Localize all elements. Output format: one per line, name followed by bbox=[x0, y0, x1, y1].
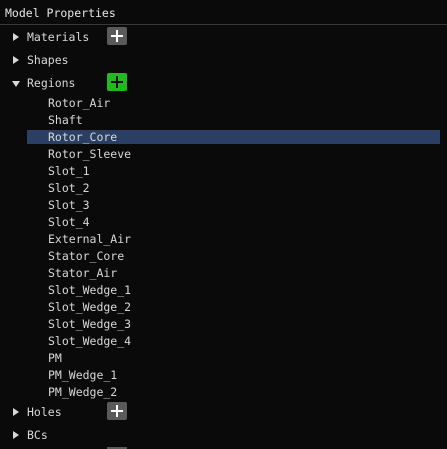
tree-node-holes[interactable]: Holes bbox=[0, 402, 447, 422]
region-item-label: PM bbox=[48, 351, 62, 365]
expand-arrow-icon[interactable] bbox=[13, 56, 19, 64]
region-item[interactable]: Shaft bbox=[27, 113, 440, 127]
region-item-label: Slot_2 bbox=[48, 181, 90, 195]
region-item-label: Slot_Wedge_3 bbox=[48, 317, 132, 331]
add-hole-button[interactable] bbox=[107, 402, 127, 420]
region-item[interactable]: Stator_Air bbox=[27, 266, 440, 280]
collapse-arrow-icon[interactable] bbox=[12, 81, 20, 87]
expand-arrow-icon[interactable] bbox=[13, 33, 19, 41]
region-item-label: Slot_4 bbox=[48, 215, 90, 229]
tree-node-label: Shapes bbox=[27, 53, 69, 67]
region-item[interactable]: Slot_2 bbox=[27, 181, 440, 195]
model-properties-panel: Model Properties Materials Shapes Region… bbox=[0, 0, 447, 449]
tree-node-label: Regions bbox=[27, 76, 76, 90]
region-item-label: Rotor_Air bbox=[48, 96, 111, 110]
region-item-label: PM_Wedge_1 bbox=[48, 368, 118, 382]
region-item-label: Slot_Wedge_4 bbox=[48, 334, 132, 348]
region-item-label: Slot_1 bbox=[48, 164, 90, 178]
region-item[interactable]: External_Air bbox=[27, 232, 440, 246]
add-region-button[interactable] bbox=[107, 73, 127, 91]
region-item-label: Slot_3 bbox=[48, 198, 90, 212]
region-item[interactable]: PM_Wedge_1 bbox=[27, 368, 440, 382]
region-item-label: Rotor_Sleeve bbox=[48, 147, 132, 161]
tree-node-label: Materials bbox=[27, 30, 90, 44]
region-item-label: Slot_Wedge_1 bbox=[48, 283, 132, 297]
region-item[interactable]: Rotor_Air bbox=[27, 96, 440, 110]
region-item-label: Stator_Core bbox=[48, 249, 125, 263]
region-item[interactable]: Slot_4 bbox=[27, 215, 440, 229]
tree-node-bcs[interactable]: BCs bbox=[0, 425, 447, 445]
tree-node-materials[interactable]: Materials bbox=[0, 27, 447, 47]
region-item-label: PM_Wedge_2 bbox=[48, 385, 118, 399]
add-material-button[interactable] bbox=[107, 27, 127, 45]
region-item-label: Slot_Wedge_2 bbox=[48, 300, 132, 314]
region-item-label: Rotor_Core bbox=[48, 130, 118, 144]
region-item[interactable]: Slot_Wedge_1 bbox=[27, 283, 440, 297]
tree-node-shapes[interactable]: Shapes bbox=[0, 50, 447, 70]
region-item-label: Stator_Air bbox=[48, 266, 118, 280]
panel-title: Model Properties bbox=[5, 6, 116, 20]
tree-node-label: BCs bbox=[27, 428, 48, 442]
region-item-selected[interactable]: Rotor_Core bbox=[27, 130, 440, 144]
tree-node-regions[interactable]: Regions bbox=[0, 73, 447, 93]
region-item[interactable]: Slot_3 bbox=[27, 198, 440, 212]
region-item[interactable]: Slot_Wedge_4 bbox=[27, 334, 440, 348]
region-item[interactable]: Slot_1 bbox=[27, 164, 440, 178]
expand-arrow-icon[interactable] bbox=[13, 431, 19, 439]
region-item[interactable]: Stator_Core bbox=[27, 249, 440, 263]
region-item[interactable]: PM bbox=[27, 351, 440, 365]
tree-node-label: Holes bbox=[27, 405, 62, 419]
panel-title-bar: Model Properties bbox=[0, 0, 447, 25]
expand-arrow-icon[interactable] bbox=[13, 408, 19, 416]
region-item[interactable]: Slot_Wedge_2 bbox=[27, 300, 440, 314]
region-item-label: Shaft bbox=[48, 113, 83, 127]
region-item-label: External_Air bbox=[48, 232, 132, 246]
region-item[interactable]: PM_Wedge_2 bbox=[27, 385, 440, 399]
region-item[interactable]: Rotor_Sleeve bbox=[27, 147, 440, 161]
region-item[interactable]: Slot_Wedge_3 bbox=[27, 317, 440, 331]
